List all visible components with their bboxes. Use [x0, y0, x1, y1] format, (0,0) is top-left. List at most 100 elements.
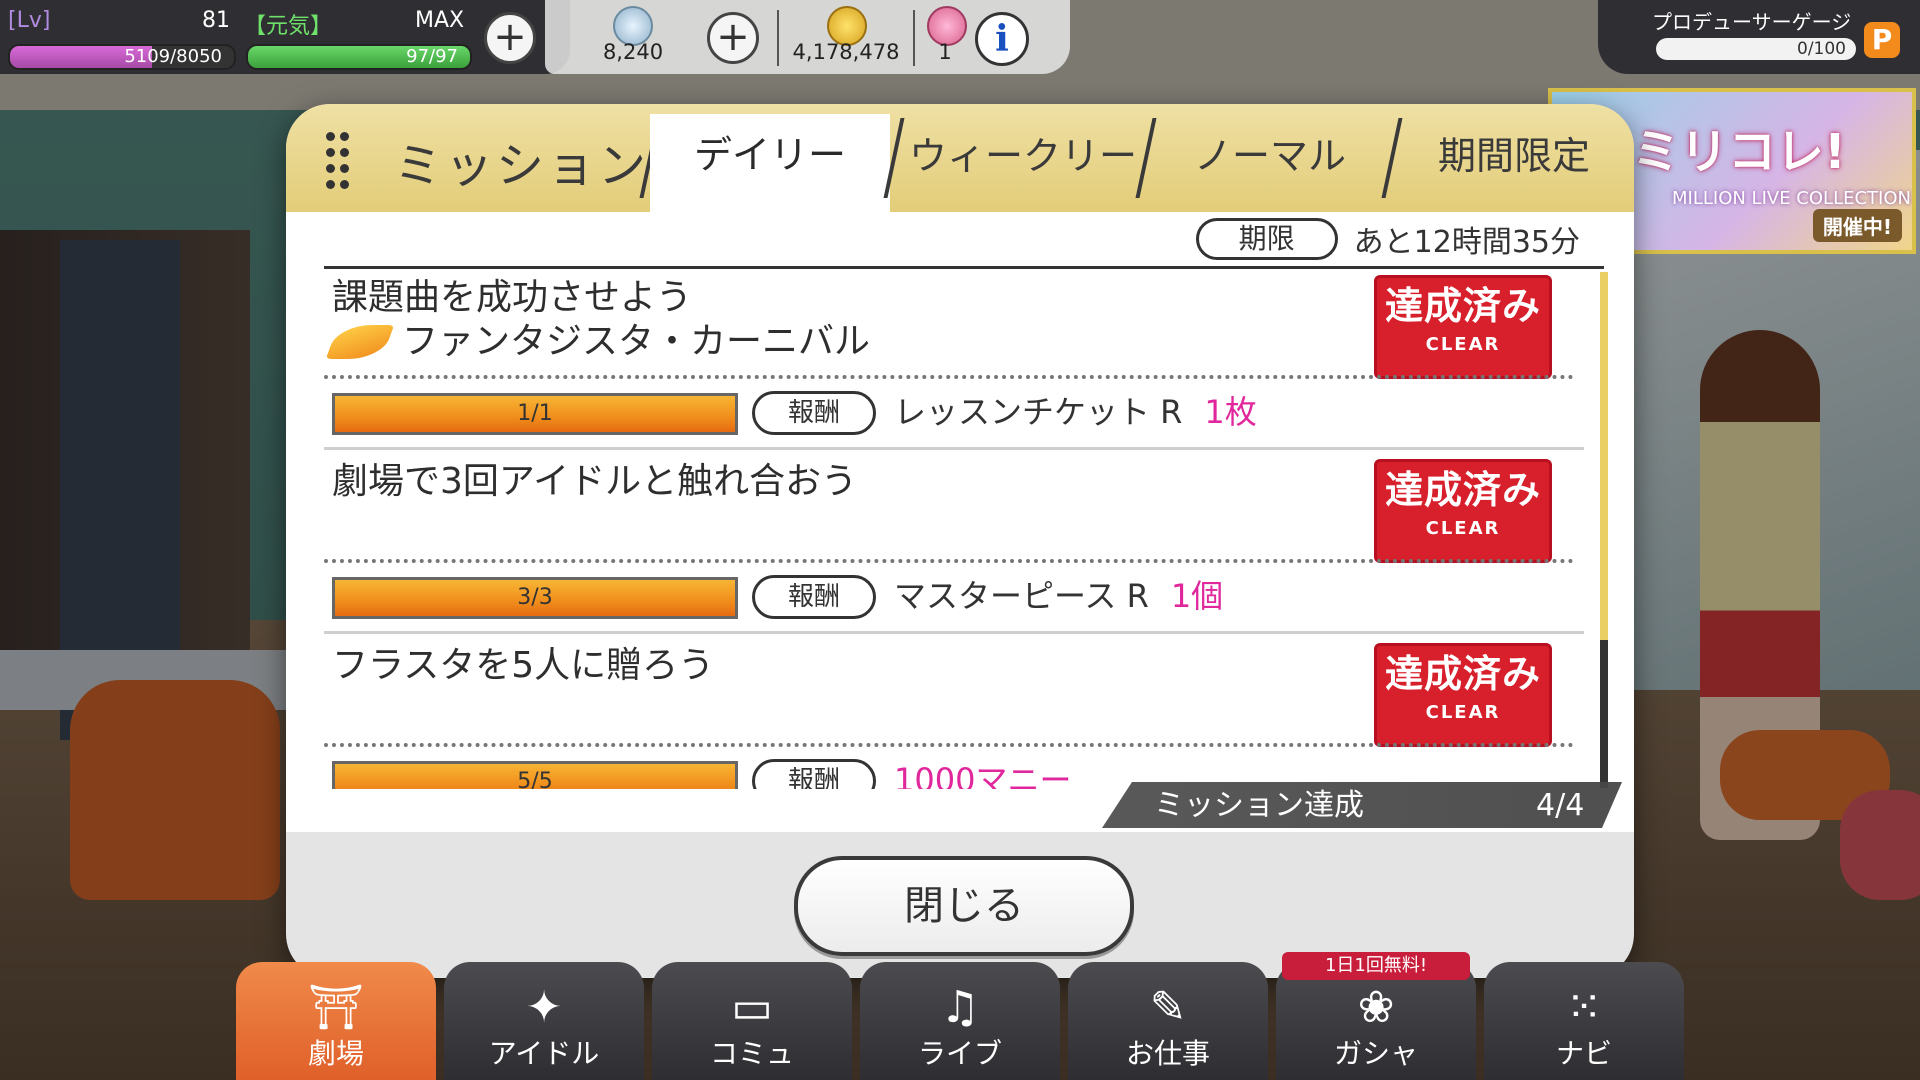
player-status: [Lv] 81 【元気】 MAX 5109/8050 97/97 + — [0, 0, 570, 74]
event-title: ミリコレ! — [1632, 124, 1846, 180]
nav-label: ライブ — [917, 1037, 1002, 1070]
deadline-label: 期限 — [1195, 218, 1338, 260]
exp-text: 5109/8050 — [124, 46, 222, 67]
divider — [777, 10, 779, 66]
producer-gauge-label: プロデューサーゲージ — [1652, 10, 1852, 34]
reward-label: 報酬 — [752, 759, 876, 789]
stamp-sub-text: CLEAR — [1425, 334, 1501, 355]
stamp-main-text: 達成済み — [1384, 468, 1541, 512]
tab-daily[interactable]: デイリー — [650, 114, 890, 212]
nav-label: お仕事 — [1125, 1037, 1210, 1070]
live-icon: ♫ — [940, 982, 980, 1033]
mission-list[interactable]: 課題曲を成功させよう ファンタジスタ・カーニバル 達成済み CLEAR 1/1 … — [324, 266, 1604, 789]
deadline-remaining: あと12時間35分 — [1353, 225, 1580, 260]
nav-theater[interactable]: ⛩ 劇場 — [236, 962, 436, 1080]
row-divider — [324, 447, 1584, 450]
stamp-main-text: 達成済み — [1384, 284, 1541, 328]
reward-item: レッスンチケット R 1枚 — [894, 391, 1257, 433]
max-label: MAX — [415, 8, 465, 33]
progress-text: 3/3 — [517, 585, 553, 610]
nav-label: ガシャ — [1333, 1037, 1418, 1070]
dotted-divider — [324, 559, 1574, 563]
reward-name: 1000マニー — [894, 761, 1072, 789]
nav-label: 劇場 — [307, 1037, 364, 1070]
mission-dialog-header: ミッション デイリー ウィークリー ノーマル 期間限定 — [286, 104, 1634, 212]
divider — [913, 10, 915, 66]
mission-song: ファンタジスタ・カーニバル — [325, 319, 871, 365]
reward-item: 1000マニー — [894, 759, 1071, 789]
clear-stamp: 達成済み CLEAR — [1374, 643, 1552, 747]
clear-stamp: 達成済み CLEAR — [1374, 459, 1552, 563]
progress-text: 1/1 — [517, 401, 553, 426]
bottom-navigation: ⛩ 劇場 ✦ アイドル ▭ コミュ ♫ ライブ ✎ お仕事 1日1回無料! ❀ … — [236, 952, 1696, 1080]
mission-item: フラスタを5人に贈ろう 達成済み CLEAR 5/5 報酬 1000マニー — [324, 637, 1594, 789]
reward-quantity: 1個 — [1170, 577, 1224, 615]
reward-quantity: 1枚 — [1204, 393, 1257, 431]
level-value: 81 — [202, 8, 230, 33]
song-title: ファンタジスタ・カーニバル — [402, 321, 871, 362]
stamp-sub-text: CLEAR — [1425, 518, 1501, 539]
summary-count: 4/4 — [1536, 788, 1585, 823]
buy-jewel-button[interactable]: + — [707, 12, 759, 64]
nav-label: コミュ — [709, 1037, 794, 1070]
dotted-divider — [324, 375, 1574, 379]
work-icon: ✎ — [1149, 982, 1187, 1033]
gacha-icon: ❀ — [1357, 982, 1395, 1033]
producer-gauge-bar: 0/100 — [1656, 38, 1856, 60]
reward-label: 報酬 — [752, 575, 876, 619]
producer-p-icon: P — [1864, 22, 1900, 58]
mission-title: 課題曲を成功させよう — [332, 277, 693, 318]
dotted-divider — [324, 743, 1574, 747]
event-subtitle: MILLION LIVE COLLECTION — [1672, 188, 1911, 209]
genki-bar: 97/97 — [246, 44, 472, 70]
nav-idol[interactable]: ✦ アイドル — [444, 962, 644, 1080]
reward-label: 報酬 — [752, 391, 876, 435]
progress-text: 5/5 — [517, 769, 553, 789]
commu-icon: ▭ — [731, 982, 773, 1033]
event-status-badge: 開催中! — [1812, 209, 1902, 242]
recover-genki-button[interactable]: + — [484, 12, 536, 64]
clear-stamp: 達成済み CLEAR — [1374, 275, 1552, 379]
free-gacha-badge: 1日1回無料! — [1282, 952, 1470, 980]
currency-panel: 8,240 + 4,178,478 1 i — [545, 0, 1070, 74]
mission-dialog: ミッション デイリー ウィークリー ノーマル 期間限定 期限 あと12時間35分… — [286, 104, 1634, 978]
navi-icon: ⁙ — [1565, 982, 1603, 1033]
info-button[interactable]: i — [975, 12, 1029, 66]
status-bar: [Lv] 81 【元気】 MAX 5109/8050 97/97 + 8,240… — [0, 0, 1920, 76]
producer-gauge[interactable]: プロデューサーゲージ 0/100 P — [1598, 0, 1920, 74]
scrollbar-thumb[interactable] — [1600, 272, 1608, 640]
nav-label: アイドル — [488, 1037, 600, 1070]
tab-weekly[interactable]: ウィークリー — [900, 126, 1146, 212]
nav-label: ナビ — [1555, 1037, 1612, 1070]
mission-progress-bar: 1/1 — [332, 393, 738, 435]
tab-limited[interactable]: 期間限定 — [1396, 126, 1632, 212]
wing-icon — [325, 325, 395, 359]
idol-icon: ✦ — [525, 982, 563, 1033]
genki-label: 【元気】 — [244, 14, 333, 39]
tab-normal[interactable]: ノーマル — [1152, 126, 1388, 212]
nav-navi[interactable]: ⁙ ナビ — [1484, 962, 1684, 1080]
genki-text: 97/97 — [406, 46, 458, 67]
money-count: 4,178,478 — [792, 40, 900, 64]
mission-dialog-body: 期限 あと12時間35分 課題曲を成功させよう ファンタジスタ・カーニバル 達成… — [286, 212, 1634, 832]
grip-icon — [326, 132, 350, 189]
reward-name: レッスンチケット R — [894, 393, 1183, 431]
stamp-sub-text: CLEAR — [1425, 702, 1501, 723]
deadline-row: 期限 あと12時間35分 — [1195, 218, 1580, 260]
summary-label: ミッション達成 — [1154, 788, 1364, 823]
mission-progress-bar: 5/5 — [332, 761, 738, 789]
nav-commu[interactable]: ▭ コミュ — [652, 962, 852, 1080]
close-button[interactable]: 閉じる — [794, 856, 1134, 956]
reward-name: マスターピース R — [894, 577, 1149, 615]
mission-item: 劇場で3回アイドルと触れ合おう 達成済み CLEAR 3/3 報酬 マスターピー… — [324, 453, 1594, 637]
row-divider — [324, 631, 1584, 634]
mission-title: フラスタを5人に贈ろう — [332, 645, 715, 686]
nav-gacha[interactable]: 1日1回無料! ❀ ガシャ — [1276, 952, 1476, 1080]
exp-bar: 5109/8050 — [8, 44, 236, 70]
nav-live[interactable]: ♫ ライブ — [860, 962, 1060, 1080]
stamp-main-text: 達成済み — [1384, 652, 1541, 696]
jewel-count: 8,240 — [602, 40, 664, 64]
nav-work[interactable]: ✎ お仕事 — [1068, 962, 1268, 1080]
mission-item: 課題曲を成功させよう ファンタジスタ・カーニバル 達成済み CLEAR 1/1 … — [324, 269, 1594, 453]
ticket-count: 1 — [938, 40, 952, 64]
